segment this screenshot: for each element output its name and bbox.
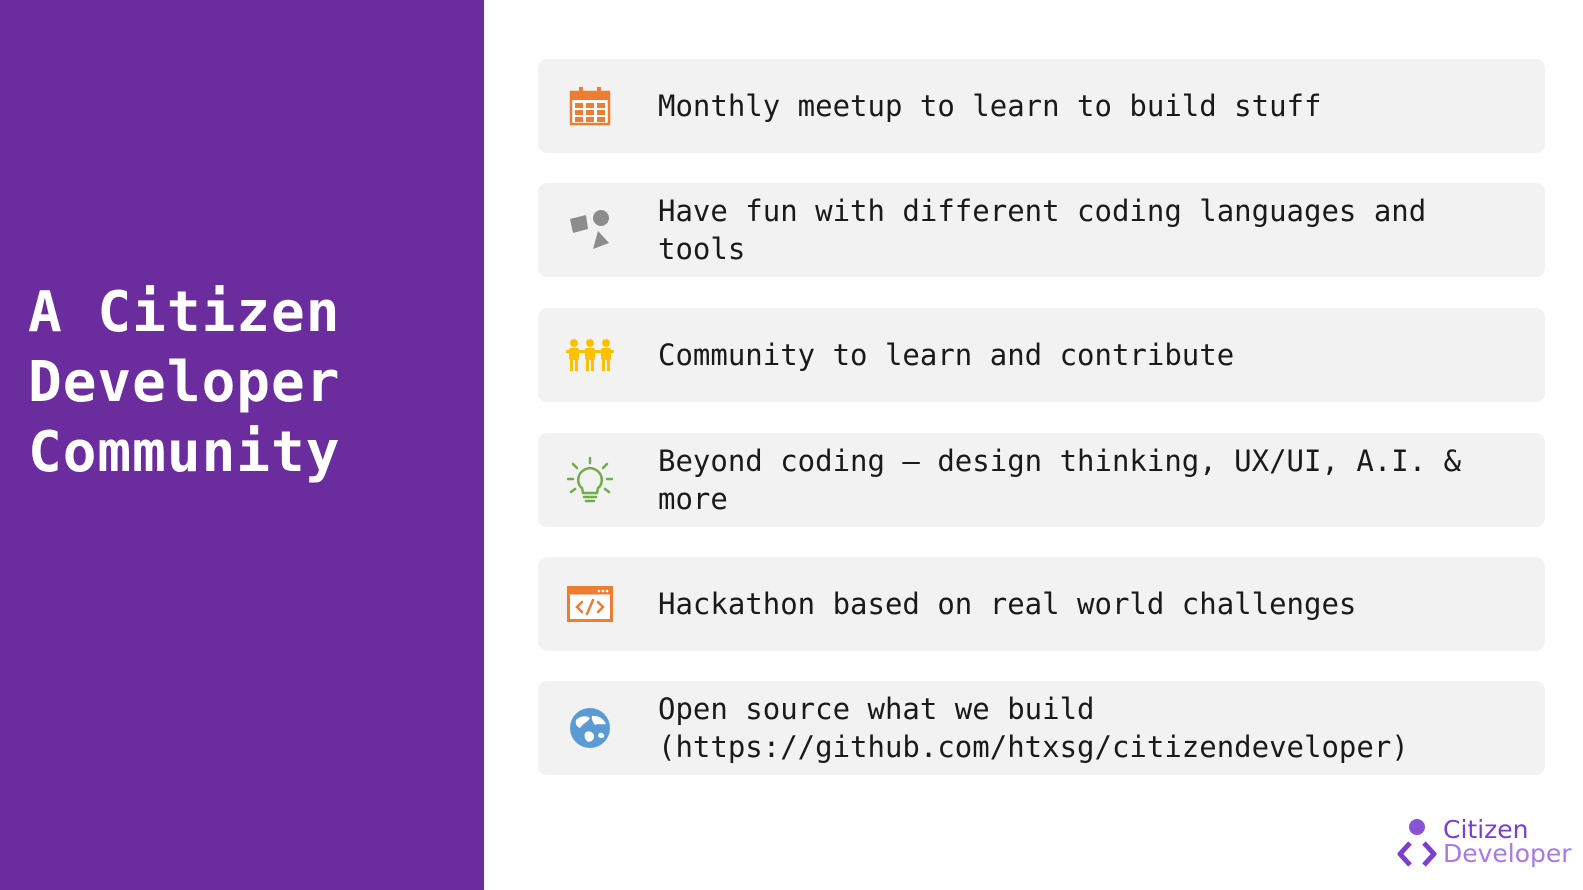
logo-mark-icon <box>1397 819 1437 867</box>
feature-text: Monthly meetup to learn to build stuff <box>658 89 1322 123</box>
shapes-icon <box>566 206 614 254</box>
code-window-icon <box>566 580 614 628</box>
feature-text: Have fun with different coding languages… <box>658 194 1427 266</box>
feature-item-community: Community to learn and contribute <box>538 308 1545 402</box>
lightbulb-icon <box>566 456 614 504</box>
feature-text: Open source what we build (https://githu… <box>658 692 1409 764</box>
feature-item-hackathon: Hackathon based on real world challenges <box>538 557 1545 651</box>
calendar-icon <box>566 82 614 130</box>
page-title: A Citizen Developer Community <box>28 280 341 485</box>
feature-text: Community to learn and contribute <box>658 338 1235 372</box>
feature-text: Beyond coding – design thinking, UX/UI, … <box>658 444 1462 516</box>
feature-item-meetup: Monthly meetup to learn to build stuff <box>538 59 1545 153</box>
feature-text: Hackathon based on real world challenges <box>658 587 1357 621</box>
feature-item-open-source: Open source what we build (https://githu… <box>538 681 1545 775</box>
citizen-developer-logo: Citizen Developer <box>1395 815 1575 877</box>
feature-item-beyond-coding: Beyond coding – design thinking, UX/UI, … <box>538 433 1545 527</box>
people-icon <box>566 331 614 379</box>
logo-text-line2: Developer <box>1443 839 1572 868</box>
globe-icon <box>566 704 614 752</box>
feature-item-fun: Have fun with different coding languages… <box>538 183 1545 277</box>
title-panel: A Citizen Developer Community <box>0 0 484 890</box>
